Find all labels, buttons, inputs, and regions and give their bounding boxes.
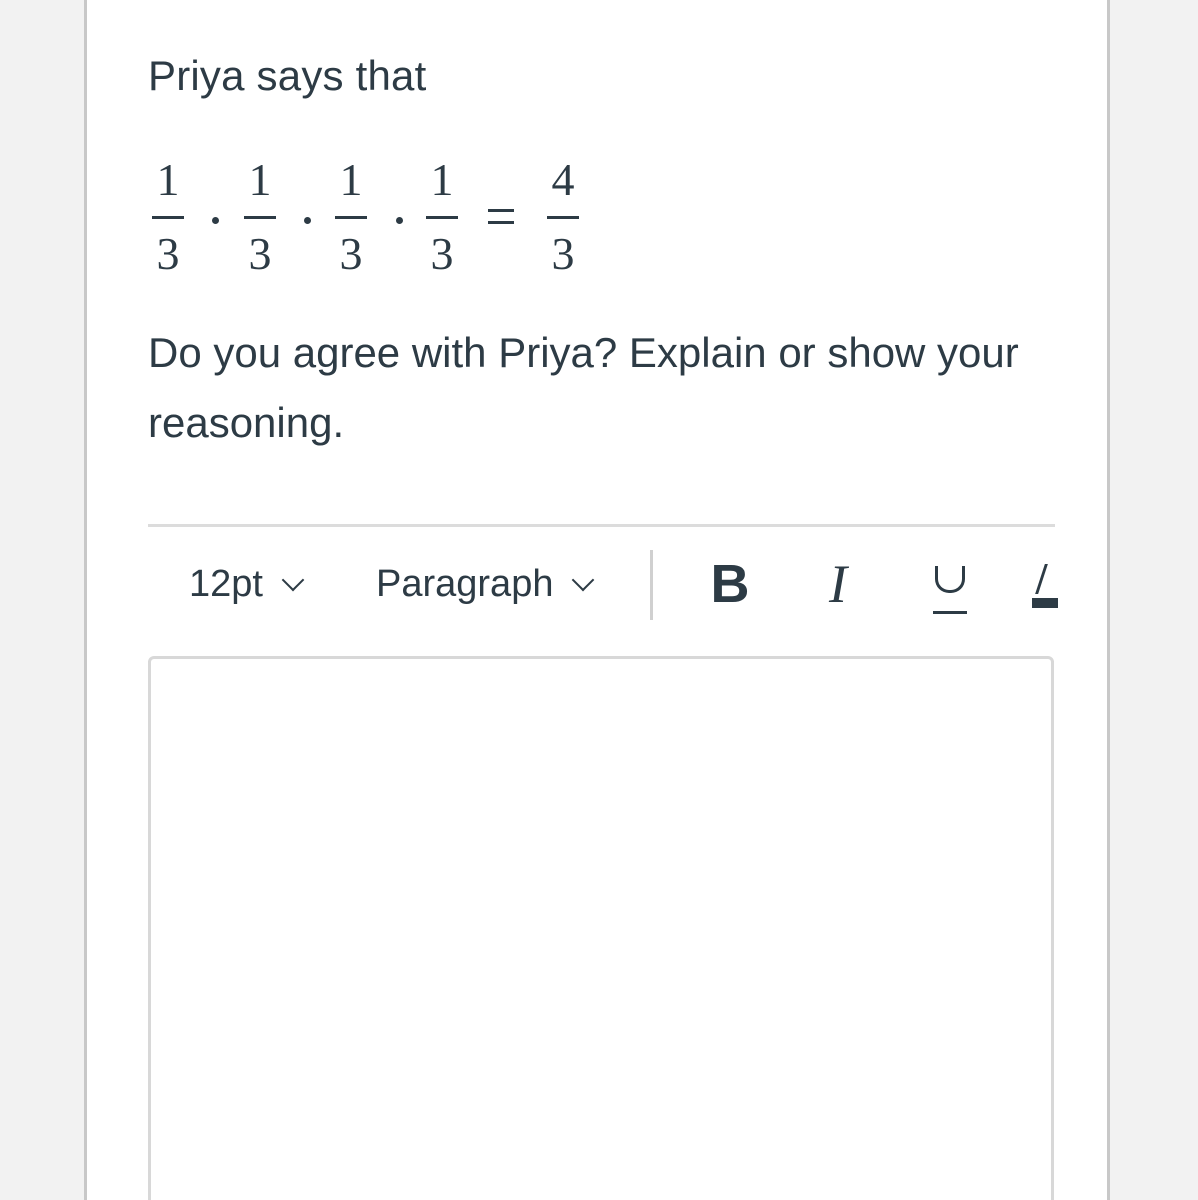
text-color-swatch [1032,598,1058,608]
fraction-numerator: 1 [339,154,363,205]
editor-toolbar: 12pt Paragraph B I [148,540,1058,630]
equation: 1 3 1 3 1 3 1 3 4 3 [148,150,608,280]
block-format-label: Paragraph [376,563,554,605]
underline-icon [935,566,965,593]
fraction-3: 1 3 [331,150,371,280]
fraction-denominator: 3 [248,228,272,279]
bold-icon: B [710,554,750,614]
multiplication-dot [396,217,403,224]
fraction-4: 1 3 [422,150,462,280]
fraction-1: 1 3 [148,150,188,280]
toolbar-separator [650,550,653,620]
text-color-button[interactable] [1032,554,1062,614]
fraction-numerator: 4 [551,154,575,205]
block-format-dropdown[interactable]: Paragraph [376,562,595,606]
font-size-label: 12pt [189,563,263,605]
result-fraction: 4 3 [543,150,583,280]
multiplication-dot [304,217,311,224]
fraction-denominator: 3 [156,228,180,279]
fraction-2: 1 3 [240,150,280,280]
fraction-bar [547,216,579,219]
fraction-bar [426,216,458,219]
bold-button[interactable]: B [708,554,752,614]
text-color-icon [1035,564,1048,594]
fraction-numerator: 1 [248,154,272,205]
fraction-bar [335,216,367,219]
fraction-numerator: 1 [156,154,180,205]
underline-bar [933,611,967,614]
italic-icon: I [829,554,847,614]
italic-button[interactable]: I [818,554,858,614]
chevron-down-icon [281,568,305,592]
fraction-bar [244,216,276,219]
multiplication-dot [212,217,219,224]
fraction-bar [152,216,184,219]
answer-editor[interactable] [148,656,1054,1200]
fraction-numerator: 1 [430,154,454,205]
question-panel: Priya says that 1 3 1 3 1 3 1 3 4 3 Do y… [84,0,1110,1200]
equals-sign-top [488,209,514,212]
question-lead: Priya says that [148,52,427,99]
fraction-denominator: 3 [551,228,575,279]
font-size-dropdown[interactable]: 12pt [189,562,305,606]
question-prompt: Do you agree with Priya? Explain or show… [148,329,1019,446]
fraction-denominator: 3 [339,228,363,279]
underline-button[interactable] [930,554,970,614]
chevron-down-icon [572,568,595,592]
fraction-denominator: 3 [430,228,454,279]
equals-sign-bottom [488,221,514,224]
toolbar-divider [148,524,1055,527]
